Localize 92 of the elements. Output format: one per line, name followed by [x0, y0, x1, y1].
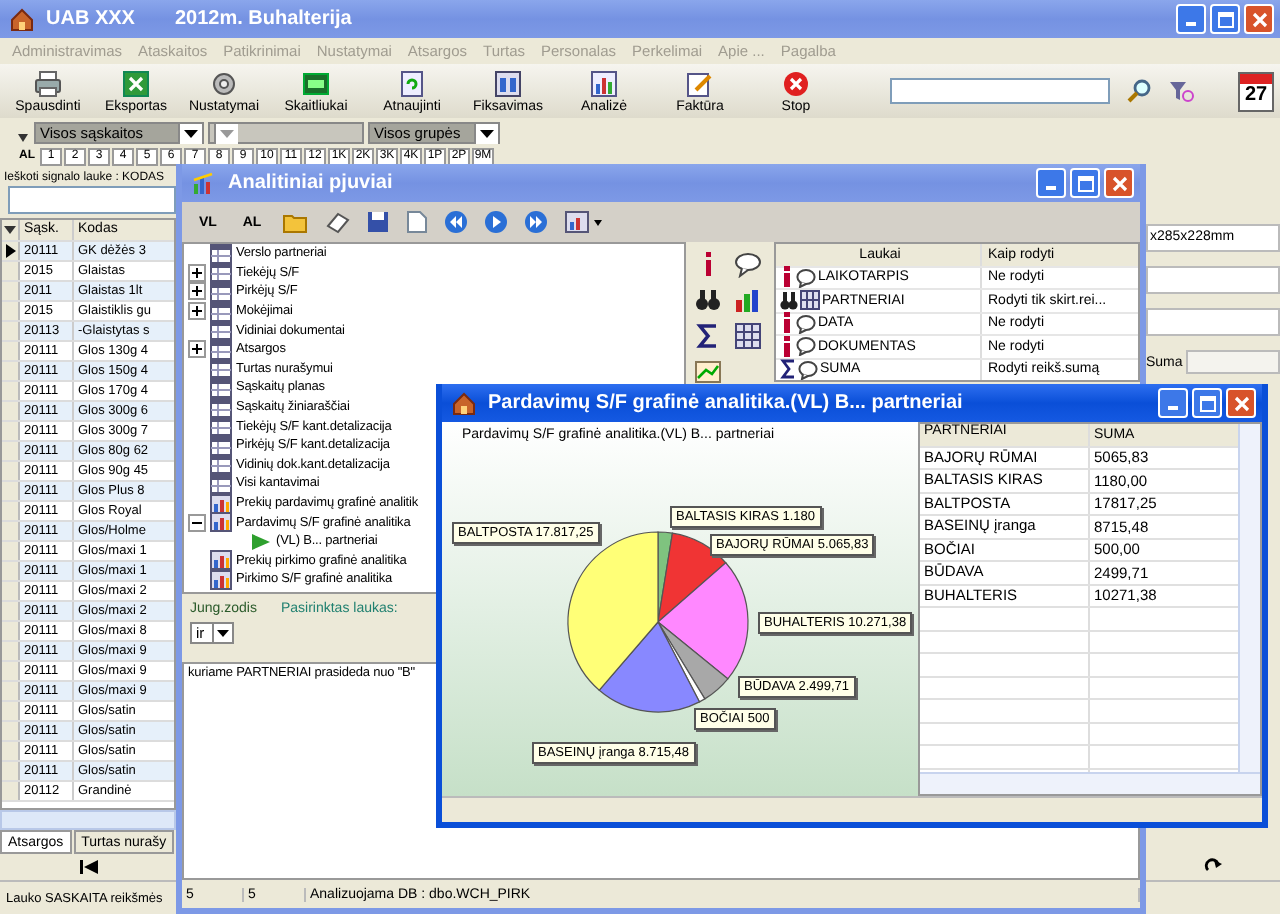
search-icon[interactable] — [1126, 78, 1152, 104]
table-icon — [210, 416, 232, 437]
table-icon — [210, 281, 232, 302]
close-icon — [1233, 395, 1249, 411]
house-icon — [10, 7, 34, 31]
refresh-icon — [398, 69, 426, 97]
sum-field[interactable] — [1186, 350, 1280, 374]
house-icon — [452, 391, 476, 415]
binoculars-icon[interactable] — [780, 289, 798, 312]
rewind-icon[interactable] — [444, 210, 468, 234]
calendar-button[interactable]: 27 — [1238, 71, 1274, 111]
bar-chart-icon[interactable] — [734, 286, 762, 314]
table-icon — [210, 320, 232, 341]
counter-icon — [302, 69, 330, 97]
minimize-icon — [1168, 405, 1178, 409]
table-icon — [210, 358, 232, 379]
dropdown-arrow-icon — [178, 123, 202, 143]
redo-icon — [1203, 858, 1223, 876]
horizontal-scrollbar[interactable] — [0, 810, 176, 830]
info-icon[interactable] — [780, 312, 794, 335]
stop-icon — [782, 69, 810, 97]
grid-icon[interactable] — [734, 322, 762, 350]
speech-bubble-icon[interactable] — [796, 336, 816, 357]
window-title: Pardavimų S/F grafinė analitika.(VL) B... partneriai — [488, 392, 963, 414]
text-field[interactable] — [1146, 266, 1280, 294]
fast-forward-icon[interactable] — [524, 210, 548, 234]
speech-bubble-icon[interactable] — [734, 250, 762, 278]
chart-icon — [210, 569, 232, 590]
table-icon — [210, 262, 232, 283]
play-arrow-icon — [250, 531, 272, 552]
pencil-icon — [686, 69, 714, 97]
save-icon[interactable] — [366, 210, 390, 234]
chart-icon — [210, 550, 232, 571]
dropdown-arrow-icon — [474, 123, 498, 143]
table-icon — [210, 454, 232, 475]
gear-icon — [210, 69, 238, 97]
chart-icon — [590, 69, 618, 97]
eraser-icon[interactable] — [324, 210, 350, 234]
speech-bubble-icon[interactable] — [798, 359, 818, 380]
chart-icon — [210, 493, 232, 514]
chart-dropdown-icon[interactable] — [564, 210, 604, 234]
close-icon — [1111, 175, 1127, 191]
expand-icon[interactable] — [188, 282, 206, 301]
vertical-scrollbar[interactable] — [1238, 424, 1260, 774]
trend-icon[interactable] — [694, 358, 722, 386]
expand-icon[interactable] — [188, 302, 206, 321]
sigma-icon[interactable] — [780, 358, 796, 380]
table-icon — [210, 473, 232, 494]
printer-icon — [34, 69, 62, 97]
filter-icon[interactable] — [1168, 78, 1194, 104]
minimize-icon — [1046, 185, 1056, 189]
expand-icon[interactable] — [188, 340, 206, 359]
binoculars-icon[interactable] — [694, 286, 722, 314]
table-icon — [210, 397, 232, 418]
text-field[interactable] — [1146, 308, 1280, 336]
sigma-icon[interactable] — [694, 322, 722, 350]
speech-bubble-icon[interactable] — [796, 267, 816, 288]
expand-icon[interactable] — [188, 263, 206, 282]
table-icon — [210, 339, 232, 360]
table-icon — [210, 435, 232, 456]
chart-icon — [192, 171, 216, 195]
close-button[interactable] — [1226, 388, 1256, 418]
grid-icon[interactable] — [800, 290, 820, 311]
minimize-button[interactable] — [1158, 388, 1188, 418]
play-icon[interactable] — [484, 210, 508, 234]
maximize-icon — [1217, 11, 1233, 27]
table-icon — [210, 377, 232, 398]
expand-arrow-icon[interactable] — [16, 130, 30, 144]
horizontal-scrollbar[interactable] — [920, 772, 1260, 794]
table-icon — [210, 301, 232, 322]
close-icon — [1251, 11, 1267, 27]
window-title: 2012m. Buhalterija — [174, 8, 352, 30]
info-icon[interactable] — [780, 266, 794, 289]
document-icon[interactable] — [406, 210, 428, 234]
search-field[interactable] — [890, 78, 1110, 104]
company-name: UAB XXX — [46, 8, 135, 30]
chart-icon — [210, 512, 232, 533]
collapse-icon[interactable] — [188, 513, 206, 532]
maximize-icon — [1077, 175, 1093, 191]
maximize-icon — [1199, 395, 1215, 411]
dropdown-arrow-icon — [212, 624, 232, 642]
window-title: Analitiniai pjuviai — [228, 172, 393, 194]
maximize-button[interactable] — [1192, 388, 1222, 418]
first-record-icon — [79, 860, 97, 874]
spreadsheet-icon — [122, 69, 150, 97]
speech-bubble-icon[interactable] — [796, 313, 816, 334]
folder-icon[interactable] — [282, 210, 308, 234]
row-indicator[interactable] — [2, 242, 20, 260]
info-icon[interactable] — [780, 335, 794, 358]
window-icon — [494, 69, 522, 97]
search-input[interactable] — [8, 186, 176, 214]
minimize-icon — [1186, 21, 1196, 25]
